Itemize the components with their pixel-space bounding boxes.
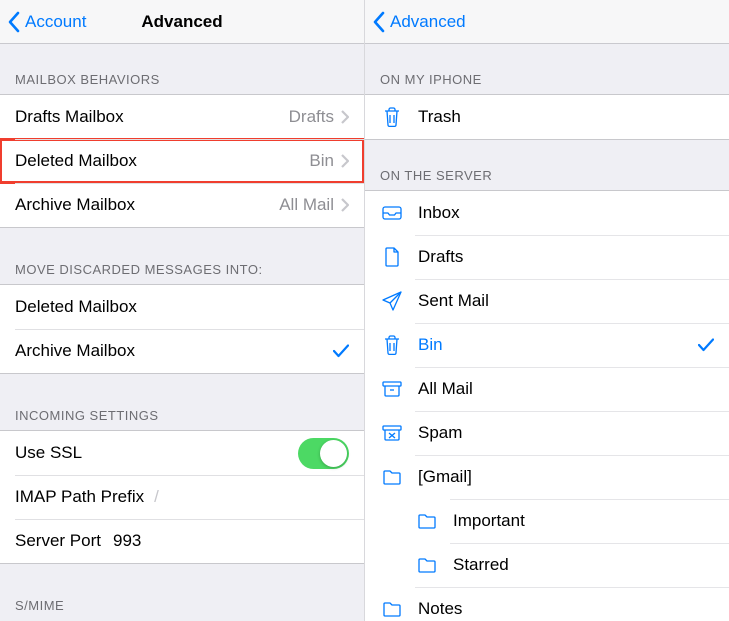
group-discarded: Deleted Mailbox Archive Mailbox: [0, 284, 364, 374]
label: Important: [453, 511, 525, 531]
mailbox-starred[interactable]: Starred: [365, 543, 729, 587]
mailbox-bin[interactable]: Bin: [365, 323, 729, 367]
mailbox-all-mail[interactable]: All Mail: [365, 367, 729, 411]
value: 993: [113, 531, 141, 551]
label: Notes: [418, 599, 462, 619]
back-label: Account: [25, 12, 86, 32]
label: Use SSL: [15, 443, 82, 463]
section-header-on-my-iphone: ON MY IPHONE: [365, 44, 729, 94]
label: Bin: [418, 335, 443, 355]
chevron-left-icon: [373, 11, 386, 33]
mailbox-sent[interactable]: Sent Mail: [365, 279, 729, 323]
row-archive-mailbox[interactable]: Archive Mailbox All Mail: [0, 183, 364, 227]
section-header-behaviors: MAILBOX BEHAVIORS: [0, 44, 364, 94]
archivebox-icon: [380, 378, 404, 400]
label: Trash: [418, 107, 461, 127]
use-ssl-switch[interactable]: [298, 438, 349, 469]
chevron-right-icon: [341, 198, 349, 212]
section-header-smime: S/MIME: [0, 564, 364, 620]
navbar-left: Account Advanced: [0, 0, 364, 44]
label: Spam: [418, 423, 462, 443]
chevron-right-icon: [341, 154, 349, 168]
value: Bin: [309, 151, 334, 171]
label: Archive Mailbox: [15, 195, 135, 215]
paperplane-icon: [380, 290, 404, 312]
row-imap-prefix[interactable]: IMAP Path Prefix /: [0, 475, 364, 519]
checkmark-icon: [333, 344, 349, 358]
mailbox-drafts[interactable]: Drafts: [365, 235, 729, 279]
back-to-advanced[interactable]: Advanced: [373, 11, 466, 33]
folder-icon: [380, 598, 404, 620]
folder-icon: [380, 466, 404, 488]
row-discarded-deleted[interactable]: Deleted Mailbox: [0, 285, 364, 329]
section-header-on-the-server: ON THE SERVER: [365, 140, 729, 190]
label: Inbox: [418, 203, 460, 223]
chevron-left-icon: [8, 11, 21, 33]
mailbox-trash-local[interactable]: Trash: [365, 95, 729, 139]
label: Starred: [453, 555, 509, 575]
label: Deleted Mailbox: [15, 151, 137, 171]
mailbox-inbox[interactable]: Inbox: [365, 191, 729, 235]
back-to-account[interactable]: Account: [8, 11, 86, 33]
label: Drafts Mailbox: [15, 107, 124, 127]
mailbox-important[interactable]: Important: [365, 499, 729, 543]
value: All Mail: [279, 195, 334, 215]
label: [Gmail]: [418, 467, 472, 487]
folder-icon: [415, 554, 439, 576]
group-on-the-server: Inbox Drafts Sent Mail Bin: [365, 190, 729, 621]
mailbox-gmail[interactable]: [Gmail]: [365, 455, 729, 499]
advanced-settings-panel: Account Advanced MAILBOX BEHAVIORS Draft…: [0, 0, 365, 621]
trash-icon: [380, 106, 404, 128]
label: Server Port: [15, 531, 101, 551]
row-drafts-mailbox[interactable]: Drafts Mailbox Drafts: [0, 95, 364, 139]
inbox-icon: [380, 202, 404, 224]
folder-icon: [415, 510, 439, 532]
label: Sent Mail: [418, 291, 489, 311]
value: Drafts: [289, 107, 334, 127]
row-use-ssl: Use SSL: [0, 431, 364, 475]
label: Drafts: [418, 247, 463, 267]
group-incoming: Use SSL IMAP Path Prefix / Server Port 9…: [0, 430, 364, 564]
value: /: [154, 487, 159, 507]
row-deleted-mailbox[interactable]: Deleted Mailbox Bin: [0, 139, 364, 183]
mailbox-spam[interactable]: Spam: [365, 411, 729, 455]
row-discarded-archive[interactable]: Archive Mailbox: [0, 329, 364, 373]
navbar-right: Advanced: [365, 0, 729, 44]
section-header-discarded: MOVE DISCARDED MESSAGES INTO:: [0, 228, 364, 284]
back-label: Advanced: [390, 12, 466, 32]
section-header-incoming: INCOMING SETTINGS: [0, 374, 364, 430]
row-server-port[interactable]: Server Port 993: [0, 519, 364, 563]
checkmark-icon: [698, 338, 714, 352]
spam-icon: [380, 422, 404, 444]
mailbox-notes[interactable]: Notes: [365, 587, 729, 621]
label: Deleted Mailbox: [15, 297, 137, 317]
group-mailbox-behaviors: Drafts Mailbox Drafts Deleted Mailbox Bi…: [0, 94, 364, 228]
mailbox-picker-panel: Advanced ON MY IPHONE Trash ON THE SERVE…: [365, 0, 729, 621]
label: Archive Mailbox: [15, 341, 135, 361]
group-on-my-iphone: Trash: [365, 94, 729, 140]
label: IMAP Path Prefix: [15, 487, 144, 507]
chevron-right-icon: [341, 110, 349, 124]
label: All Mail: [418, 379, 473, 399]
document-icon: [380, 246, 404, 268]
trash-icon: [380, 334, 404, 356]
